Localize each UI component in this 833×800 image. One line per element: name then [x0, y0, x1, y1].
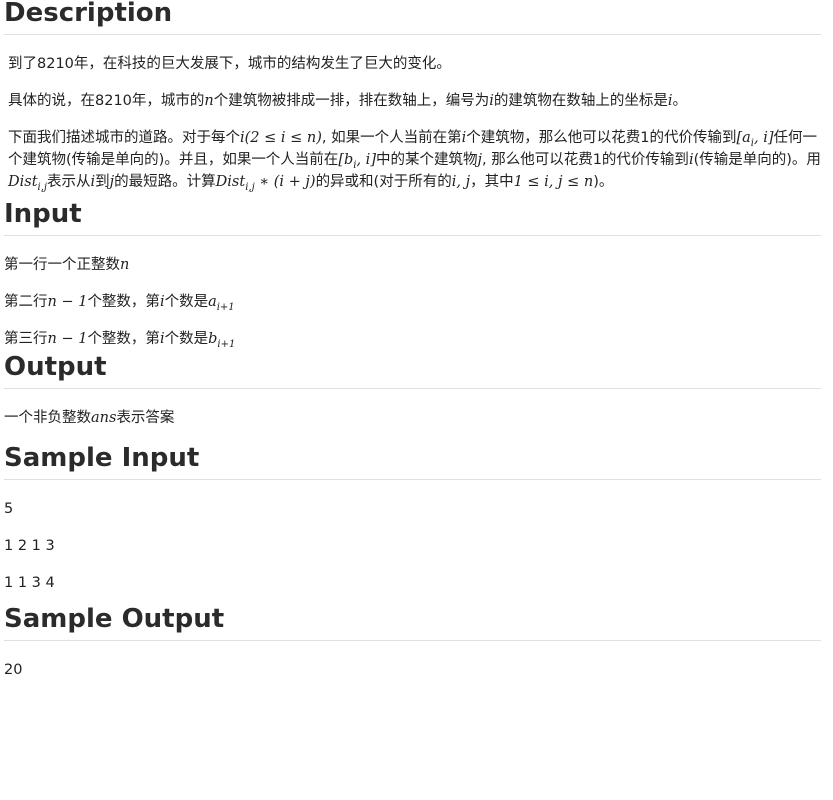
description-section: Description 到了8210年，在科技的巨大发展下，城市的结构发生了巨大…: [4, 0, 821, 193]
output-heading: Output: [4, 352, 821, 389]
output-line-1: 一个非负整数ans表示答案: [4, 410, 175, 426]
sample-input-line: 1 1 3 4: [4, 575, 55, 591]
problem-page: Description 到了8210年，在科技的巨大发展下，城市的结构发生了巨大…: [0, 0, 825, 681]
output-section: Output 一个非负整数ans表示答案: [4, 352, 821, 429]
input-line-2: 第二行n − 1个整数，第i个数是ai+1: [4, 294, 235, 313]
sample-input-heading: Sample Input: [4, 443, 821, 480]
sample-output-heading: Sample Output: [4, 604, 821, 641]
sample-input-line: 1 2 1 3: [4, 538, 55, 554]
input-line-1: 第一行一个正整数n: [4, 257, 130, 273]
input-line-3: 第三行n − 1个整数，第i个数是bi+1: [4, 331, 236, 350]
description-heading: Description: [4, 0, 821, 35]
description-paragraph-2: 具体的说，在8210年，城市的n个建筑物被排成一排，排在数轴上，编号为i的建筑物…: [8, 93, 688, 109]
sample-input-line: 5: [4, 501, 14, 517]
description-paragraph-1: 到了8210年，在科技的巨大发展下，城市的结构发生了巨大的变化。: [8, 56, 451, 72]
sample-output-section: Sample Output 20: [4, 604, 821, 681]
sample-input-section: Sample Input 5 1 2 1 3 1 1 3 4: [4, 443, 821, 594]
description-paragraph-3: 下面我们描述城市的道路。对于每个i(2 ≤ i ≤ n), 如果一个人当前在第i…: [8, 130, 821, 193]
input-section: Input 第一行一个正整数n 第二行n − 1个整数，第i个数是ai+1 第三…: [4, 199, 821, 350]
sample-output-line: 20: [4, 662, 23, 678]
input-heading: Input: [4, 199, 821, 236]
